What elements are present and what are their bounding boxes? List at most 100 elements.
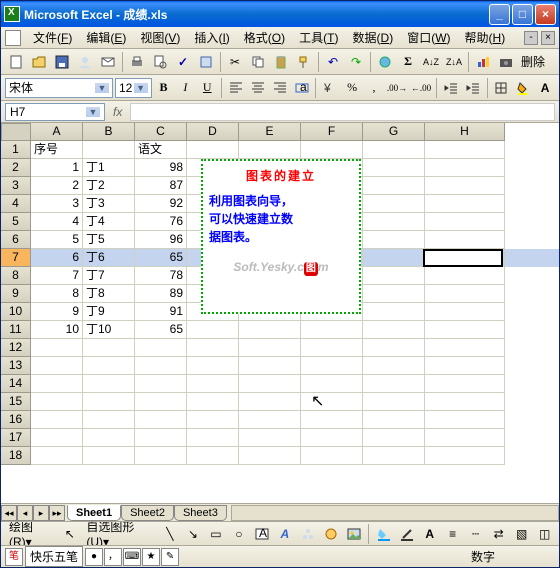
oval-icon[interactable]: ○	[228, 523, 249, 545]
cell[interactable]: 65	[135, 249, 187, 267]
cell[interactable]	[425, 321, 505, 339]
cell[interactable]	[425, 375, 505, 393]
percent-button[interactable]: %	[342, 77, 362, 99]
underline-button[interactable]: U	[197, 77, 217, 99]
cell[interactable]	[187, 429, 239, 447]
cell[interactable]	[363, 249, 425, 267]
cell[interactable]	[187, 141, 239, 159]
cell[interactable]	[425, 213, 505, 231]
close-button[interactable]: ×	[535, 4, 556, 25]
row-header[interactable]: 9	[1, 285, 31, 303]
cell[interactable]	[425, 177, 505, 195]
cell[interactable]	[135, 339, 187, 357]
grid-row[interactable]: 15	[1, 393, 559, 411]
cell[interactable]	[187, 375, 239, 393]
row-header[interactable]: 18	[1, 447, 31, 465]
cell[interactable]	[363, 393, 425, 411]
cell[interactable]	[425, 159, 505, 177]
cell[interactable]	[83, 141, 135, 159]
cell[interactable]	[31, 375, 83, 393]
cell[interactable]: 98	[135, 159, 187, 177]
email-button[interactable]	[97, 51, 119, 73]
cell[interactable]	[301, 411, 363, 429]
cell[interactable]	[187, 321, 239, 339]
col-header-F[interactable]: F	[301, 123, 363, 141]
undo-button[interactable]: ↶	[322, 51, 344, 73]
workbook-icon[interactable]	[5, 30, 21, 46]
row-header[interactable]: 7	[1, 249, 31, 267]
tab-sheet1[interactable]: Sheet1	[67, 505, 121, 521]
cell[interactable]	[83, 357, 135, 375]
cell[interactable]	[83, 429, 135, 447]
cell[interactable]	[239, 321, 301, 339]
picture-icon[interactable]	[343, 523, 364, 545]
tab-sheet2[interactable]: Sheet2	[121, 505, 174, 521]
cell[interactable]	[83, 411, 135, 429]
chevron-down-icon[interactable]: ▼	[134, 83, 148, 93]
menu-edit[interactable]: 编辑(E)	[80, 26, 132, 49]
autoshapes-menu[interactable]: 自选图形(U)▾	[82, 521, 157, 545]
col-header-A[interactable]: A	[31, 123, 83, 141]
cell[interactable]: 丁10	[83, 321, 135, 339]
cell[interactable]	[363, 267, 425, 285]
bold-button[interactable]: B	[154, 77, 174, 99]
cell[interactable]	[425, 231, 505, 249]
new-button[interactable]	[5, 51, 27, 73]
tab-nav-next[interactable]: ▸	[33, 505, 49, 521]
font-combo[interactable]: 宋体▼	[5, 78, 113, 98]
cell[interactable]	[425, 339, 505, 357]
cell[interactable]	[135, 357, 187, 375]
textbox-icon[interactable]: A	[251, 523, 272, 545]
sort-desc-button[interactable]: Z↓A	[443, 51, 465, 73]
cell[interactable]	[31, 393, 83, 411]
cell[interactable]	[363, 231, 425, 249]
cell[interactable]	[187, 339, 239, 357]
menu-view[interactable]: 视图(V)	[134, 26, 186, 49]
chevron-down-icon[interactable]: ▼	[95, 83, 109, 93]
cell[interactable]	[239, 141, 301, 159]
ime-icon[interactable]: 笔	[5, 548, 23, 566]
cell[interactable]	[135, 447, 187, 465]
paste-button[interactable]	[270, 51, 292, 73]
fontcolor-button[interactable]: A	[535, 77, 555, 99]
ime-btn-2[interactable]: ，	[104, 548, 122, 566]
preview-button[interactable]	[149, 51, 171, 73]
line-color-icon[interactable]	[396, 523, 417, 545]
align-center-button[interactable]	[248, 77, 268, 99]
dash-style-icon[interactable]: ┄	[465, 523, 486, 545]
arrow-style-icon[interactable]: ⇄	[488, 523, 509, 545]
rectangle-icon[interactable]: ▭	[205, 523, 226, 545]
line-style-icon[interactable]: ≡	[442, 523, 463, 545]
row-header[interactable]: 10	[1, 303, 31, 321]
cell[interactable]: 丁6	[83, 249, 135, 267]
cell[interactable]	[83, 339, 135, 357]
row-header[interactable]: 12	[1, 339, 31, 357]
menu-data[interactable]: 数据(D)	[347, 26, 400, 49]
col-header-D[interactable]: D	[187, 123, 239, 141]
horizontal-scrollbar[interactable]	[231, 505, 559, 521]
increase-indent-button[interactable]	[463, 77, 483, 99]
cell[interactable]	[363, 285, 425, 303]
chart-button[interactable]	[472, 51, 494, 73]
italic-button[interactable]: I	[175, 77, 195, 99]
cell[interactable]	[239, 411, 301, 429]
cell[interactable]	[31, 429, 83, 447]
row-header[interactable]: 6	[1, 231, 31, 249]
cell[interactable]	[83, 447, 135, 465]
cell[interactable]	[363, 429, 425, 447]
merge-button[interactable]: a	[292, 77, 312, 99]
row-header[interactable]: 2	[1, 159, 31, 177]
menu-window[interactable]: 窗口(W)	[401, 26, 456, 49]
col-header-C[interactable]: C	[135, 123, 187, 141]
row-header[interactable]: 15	[1, 393, 31, 411]
cell[interactable]: 9	[31, 303, 83, 321]
cell[interactable]: 4	[31, 213, 83, 231]
cell[interactable]	[425, 249, 505, 267]
cell[interactable]	[363, 213, 425, 231]
row-header[interactable]: 11	[1, 321, 31, 339]
save-button[interactable]	[51, 51, 73, 73]
cell[interactable]	[425, 357, 505, 375]
fillcolor-button[interactable]	[513, 77, 533, 99]
cell[interactable]	[363, 357, 425, 375]
cell[interactable]	[187, 411, 239, 429]
